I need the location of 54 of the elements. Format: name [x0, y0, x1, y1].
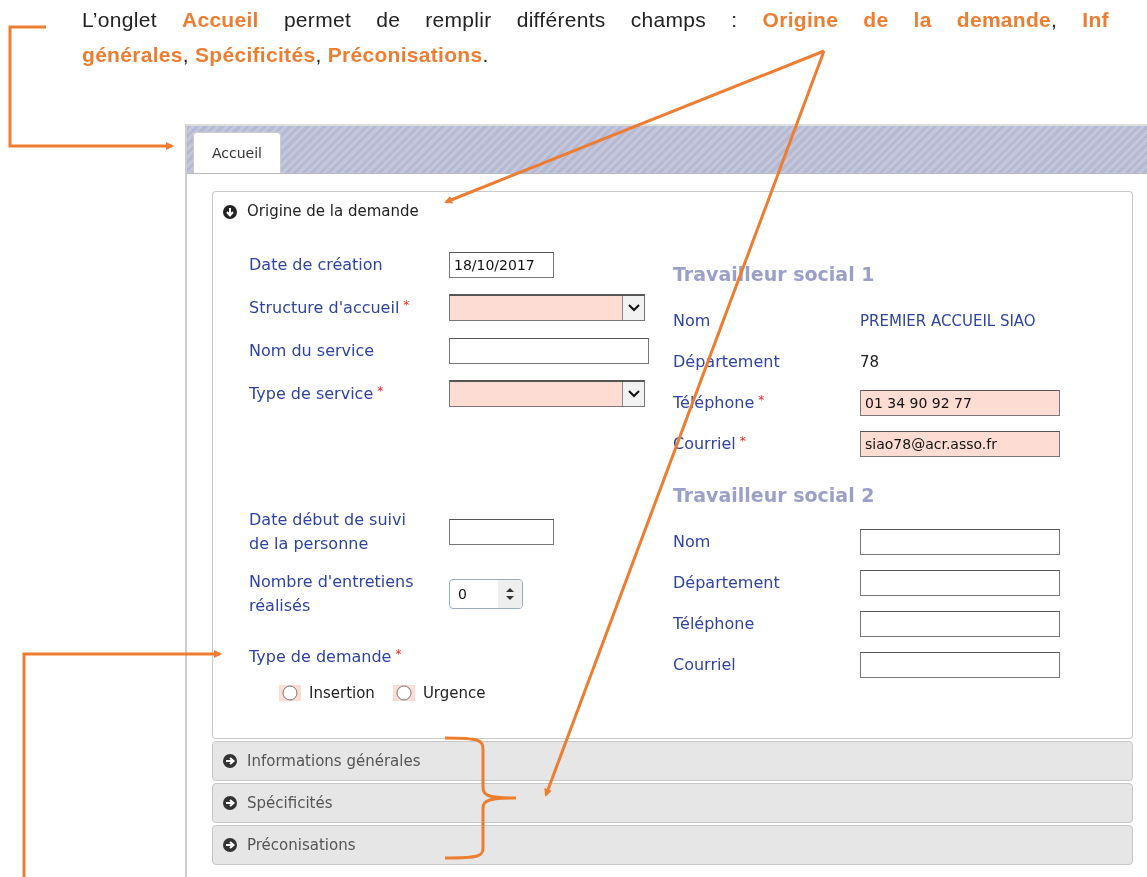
required-asterisk: * — [395, 646, 402, 661]
field-label: Téléphone — [673, 613, 755, 633]
spinner-arrows-icon — [505, 586, 515, 602]
section-title: Préconisations — [247, 834, 356, 856]
radio-label: Urgence — [422, 683, 486, 704]
expand-right-icon — [223, 838, 237, 852]
accordion-header[interactable]: Origine de la demande — [212, 191, 1133, 231]
required-asterisk: * — [758, 393, 765, 407]
chevron-down-icon — [627, 390, 640, 398]
number-spinner[interactable]: 0 — [449, 579, 523, 609]
select-field[interactable] — [449, 294, 645, 321]
chevron-down-icon — [627, 304, 640, 312]
input-field[interactable] — [860, 528, 1060, 555]
section-title: Origine de la demande — [247, 201, 419, 223]
input-field[interactable]: 18/10/2017 — [449, 251, 554, 278]
radio-label: Insertion — [309, 683, 375, 704]
select-field[interactable] — [449, 380, 645, 407]
caption-text: générales, Spécificités, Préconisations. — [81, 42, 490, 68]
accordion-header[interactable]: Informations générales — [212, 741, 1133, 781]
field-label: Type de service — [249, 383, 374, 403]
input-field[interactable] — [449, 337, 649, 364]
section-title: Informations générales — [247, 750, 421, 772]
caption-text: L’onglet Accueil permet de remplir différents champs : Origine de la demande, Inf — [81, 7, 1110, 33]
accordion-header[interactable]: Préconisations — [212, 825, 1133, 865]
section-heading: Travailleur social 2 — [673, 482, 876, 508]
field-label: Structure d'accueil — [249, 297, 400, 317]
field-label: Date début de suivi de la personne — [249, 510, 406, 553]
tab[interactable]: Accueil — [193, 132, 281, 173]
expand-right-icon — [223, 796, 237, 810]
field-label: Courriel — [673, 654, 736, 674]
required-asterisk: * — [377, 383, 384, 398]
field-label: Type de demande — [249, 646, 392, 666]
input-field[interactable] — [860, 610, 1060, 637]
field-label: Nombre d'entretiens réalisés — [249, 572, 414, 615]
input-field[interactable] — [449, 519, 554, 545]
expand-down-icon — [223, 204, 237, 219]
field-label: Département — [673, 572, 780, 592]
field-label: Nom — [673, 531, 711, 551]
field-value: PREMIER ACCUEIL SIAO — [860, 310, 1036, 332]
field-value: 78 — [860, 351, 880, 373]
radio-button[interactable] — [392, 685, 415, 702]
field-label: Nom du service — [249, 340, 375, 360]
radio-button[interactable] — [279, 685, 301, 702]
required-asterisk: * — [739, 434, 746, 448]
expand-right-icon — [223, 754, 237, 768]
required-asterisk: * — [403, 297, 410, 312]
input-field[interactable] — [860, 569, 1060, 596]
field-label: Date de création — [249, 254, 383, 274]
section-title: Spécificités — [247, 792, 333, 814]
input-field[interactable] — [860, 651, 1060, 678]
accordion-header[interactable]: Spécificités — [212, 783, 1133, 823]
input-field[interactable]: 01 34 90 92 77 — [860, 390, 1060, 416]
input-field[interactable]: siao78@acr.asso.fr — [860, 431, 1060, 457]
field-label: Nom — [673, 311, 711, 330]
